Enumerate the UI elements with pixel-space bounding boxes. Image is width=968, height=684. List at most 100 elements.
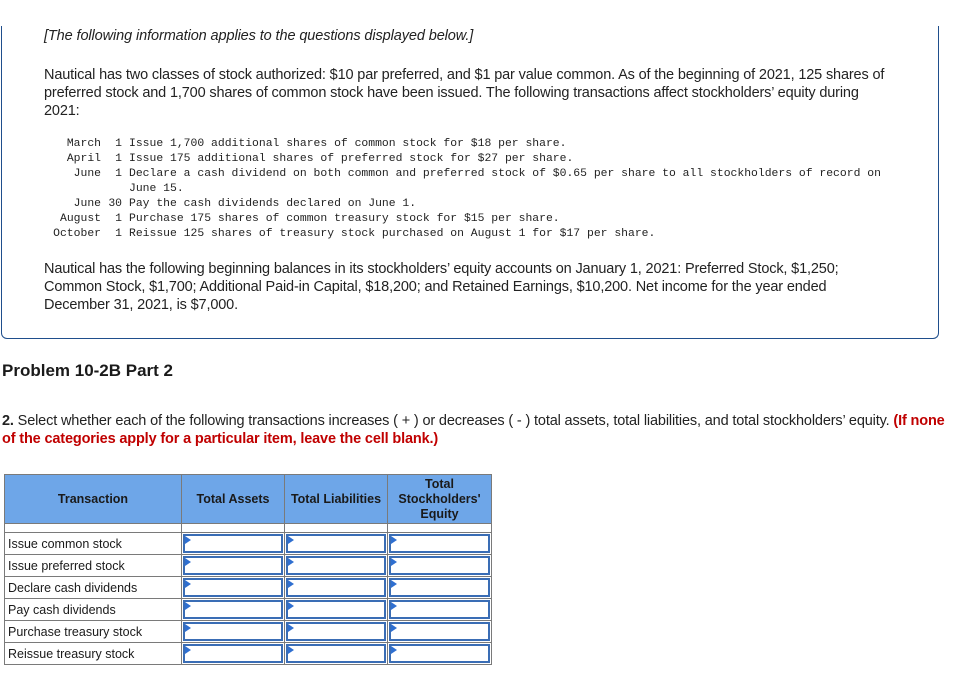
transaction-description: Purchase 175 shares of common treasury s…	[129, 213, 560, 225]
total-liabilities-cell[interactable]	[284, 642, 388, 665]
dropdown-flag-icon	[288, 580, 294, 588]
dropdown-flag-icon	[288, 536, 294, 544]
transaction-month: June	[73, 198, 101, 210]
transaction-item: August 1 Purchase 175 shares of common t…	[40, 212, 899, 227]
total-liabilities-cell[interactable]	[284, 598, 388, 621]
transaction-item: March 1 Issue 1,700 additional shares of…	[40, 137, 899, 152]
total-assets-cell[interactable]	[181, 620, 285, 643]
problem-description: Nautical has two classes of stock author…	[44, 67, 885, 119]
header-total-equity-line3: Equity	[420, 506, 459, 521]
header-total-equity-line2: Stockholders'	[398, 491, 481, 506]
total-equity-input[interactable]	[389, 644, 490, 663]
total-assets-input[interactable]	[183, 556, 283, 575]
total-assets-input[interactable]	[183, 578, 283, 597]
total-liabilities-input[interactable]	[286, 622, 386, 641]
dropdown-flag-icon	[391, 580, 397, 588]
question-prompt: 2. Select whether each of the following …	[2, 412, 952, 448]
dropdown-flag-icon	[288, 602, 294, 610]
transaction-description: Declare a cash dividend on both common a…	[129, 168, 881, 195]
total-liabilities-input[interactable]	[286, 600, 386, 619]
question-number: 2.	[2, 413, 14, 429]
question-text: Select whether each of the following tra…	[13, 413, 890, 429]
table-row: Issue common stock	[4, 532, 492, 555]
total-liabilities-cell[interactable]	[284, 532, 388, 555]
row-transaction-label: Declare cash dividends	[4, 576, 182, 599]
table-row: Declare cash dividends	[4, 576, 492, 599]
dropdown-flag-icon	[391, 558, 397, 566]
total-liabilities-cell[interactable]	[284, 620, 388, 643]
header-total-equity-line1: Total	[425, 476, 454, 491]
table-row: Issue preferred stock	[4, 554, 492, 577]
total-assets-input[interactable]	[183, 534, 283, 553]
transaction-item: June 1 Declare a cash dividend on both c…	[40, 167, 899, 197]
transaction-item: April 1 Issue 175 additional shares of p…	[40, 152, 899, 167]
dropdown-flag-icon	[288, 558, 294, 566]
total-assets-input[interactable]	[183, 622, 283, 641]
total-equity-cell[interactable]	[387, 532, 492, 555]
total-assets-cell[interactable]	[181, 532, 285, 555]
total-assets-cell[interactable]	[181, 554, 285, 577]
transaction-description: Pay the cash dividends declared on June …	[129, 198, 417, 210]
dropdown-flag-icon	[391, 624, 397, 632]
dropdown-flag-icon	[185, 646, 191, 654]
transaction-item: October 1 Reissue 125 shares of treasury…	[40, 227, 899, 242]
total-equity-input[interactable]	[389, 622, 490, 641]
transaction-month: March	[66, 138, 101, 150]
total-liabilities-input[interactable]	[286, 644, 386, 663]
transaction-day: 1	[115, 228, 122, 240]
total-equity-cell[interactable]	[387, 642, 492, 665]
total-equity-input[interactable]	[389, 556, 490, 575]
spacer-row	[4, 523, 492, 533]
dropdown-flag-icon	[391, 602, 397, 610]
answer-table: Transaction Total Assets Total Liabiliti…	[4, 474, 492, 665]
total-equity-input[interactable]	[389, 578, 490, 597]
dropdown-flag-icon	[185, 624, 191, 632]
header-total-assets: Total Assets	[181, 474, 285, 524]
total-assets-input[interactable]	[183, 644, 283, 663]
total-equity-input[interactable]	[389, 600, 490, 619]
total-assets-input[interactable]	[183, 600, 283, 619]
table-row: Purchase treasury stock	[4, 620, 492, 643]
transaction-description: Issue 175 additional shares of preferred…	[129, 153, 574, 165]
row-transaction-label: Issue preferred stock	[4, 554, 182, 577]
row-transaction-label: Purchase treasury stock	[4, 620, 182, 643]
transaction-list: March 1 Issue 1,700 additional shares of…	[40, 137, 899, 242]
total-liabilities-cell[interactable]	[284, 554, 388, 577]
beginning-balances: Nautical has the following beginning bal…	[44, 261, 839, 313]
dropdown-flag-icon	[288, 646, 294, 654]
transaction-description: Reissue 125 shares of treasury stock pur…	[129, 228, 656, 240]
dropdown-flag-icon	[185, 536, 191, 544]
total-equity-cell[interactable]	[387, 576, 492, 599]
dropdown-flag-icon	[391, 646, 397, 654]
total-liabilities-input[interactable]	[286, 578, 386, 597]
transaction-day: 1	[115, 168, 122, 180]
table-row: Pay cash dividends	[4, 598, 492, 621]
table-header-row: Transaction Total Assets Total Liabiliti…	[4, 474, 492, 524]
transaction-item: June 30 Pay the cash dividends declared …	[40, 197, 899, 212]
transaction-day: 30	[108, 198, 122, 210]
total-equity-input[interactable]	[389, 534, 490, 553]
header-total-equity: Total Stockholders' Equity	[387, 474, 492, 524]
dropdown-flag-icon	[185, 558, 191, 566]
total-liabilities-input[interactable]	[286, 534, 386, 553]
total-assets-cell[interactable]	[181, 576, 285, 599]
total-equity-cell[interactable]	[387, 620, 492, 643]
total-equity-cell[interactable]	[387, 554, 492, 577]
table-row: Reissue treasury stock	[4, 642, 492, 665]
total-equity-cell[interactable]	[387, 598, 492, 621]
dropdown-flag-icon	[391, 536, 397, 544]
row-transaction-label: Pay cash dividends	[4, 598, 182, 621]
transaction-month: October	[53, 228, 101, 240]
total-assets-cell[interactable]	[181, 642, 285, 665]
transaction-day: 1	[115, 213, 122, 225]
transaction-month: August	[59, 213, 101, 225]
problem-title: Problem 10-2B Part 2	[2, 361, 174, 380]
dropdown-flag-icon	[288, 624, 294, 632]
total-liabilities-cell[interactable]	[284, 576, 388, 599]
row-transaction-label: Issue common stock	[4, 532, 182, 555]
header-total-liabilities: Total Liabilities	[284, 474, 388, 524]
total-liabilities-input[interactable]	[286, 556, 386, 575]
total-assets-cell[interactable]	[181, 598, 285, 621]
transaction-day: 1	[115, 153, 122, 165]
transaction-month: June	[73, 168, 101, 180]
